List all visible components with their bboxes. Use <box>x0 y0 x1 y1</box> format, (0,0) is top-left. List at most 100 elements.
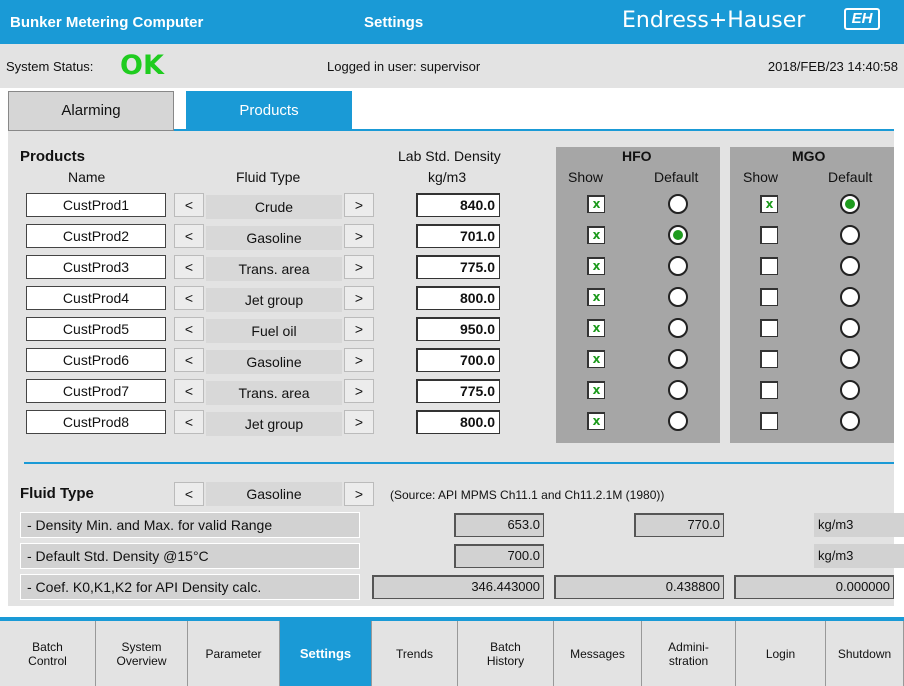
mgo-default-radio[interactable] <box>840 380 860 400</box>
fluid-prev-button[interactable]: < <box>174 224 204 248</box>
tab-alarming[interactable]: Alarming <box>8 91 174 131</box>
hfo-default-radio[interactable] <box>668 411 688 431</box>
fluid-prev-button[interactable]: < <box>174 348 204 372</box>
hfo-show-checkbox[interactable]: x <box>587 226 605 244</box>
fluid-prev-button[interactable]: < <box>174 379 204 403</box>
mgo-default-radio[interactable] <box>840 194 860 214</box>
mgo-show-checkbox[interactable] <box>760 288 778 306</box>
fluid-next-button[interactable]: > <box>344 317 374 341</box>
nav-settings[interactable]: Settings <box>280 621 372 686</box>
default-density-unit: kg/m3 <box>814 544 904 568</box>
mgo-show-checkbox[interactable] <box>760 381 778 399</box>
nav-batch-control[interactable]: Batch Control <box>0 621 96 686</box>
product-name-field[interactable]: CustProd7 <box>26 379 166 403</box>
mgo-show-checkbox[interactable] <box>760 319 778 337</box>
fluid-prev-button[interactable]: < <box>174 317 204 341</box>
mgo-default-radio[interactable] <box>840 256 860 276</box>
nav-messages[interactable]: Messages <box>554 621 642 686</box>
fluid-type-value: Trans. area <box>206 257 342 281</box>
nav-login[interactable]: Login <box>736 621 826 686</box>
fluid-type-value: Crude <box>206 195 342 219</box>
bottom-nav: Batch Control System Overview Parameter Set… <box>0 617 904 686</box>
fluid-prev-button[interactable]: < <box>174 193 204 217</box>
mgo-show-checkbox[interactable]: x <box>760 195 778 213</box>
lab-density-field[interactable]: 775.0 <box>416 379 500 403</box>
mgo-default-radio[interactable] <box>840 318 860 338</box>
section-divider <box>24 462 894 464</box>
fluid-next-button[interactable]: > <box>344 410 374 434</box>
nav-system-overview[interactable]: System Overview <box>96 621 188 686</box>
hfo-show-checkbox[interactable]: x <box>587 257 605 275</box>
mgo-default-radio[interactable] <box>840 349 860 369</box>
mgo-show-checkbox[interactable] <box>760 257 778 275</box>
fluid-next-button[interactable]: > <box>344 482 374 506</box>
hfo-show-header: Show <box>568 169 604 185</box>
mgo-show-checkbox[interactable] <box>760 226 778 244</box>
fluid-next-button[interactable]: > <box>344 348 374 372</box>
nav-parameter[interactable]: Parameter <box>188 621 280 686</box>
eh-logo-icon: EH <box>844 8 880 30</box>
fluid-type-value: Trans. area <box>206 381 342 405</box>
hfo-default-radio[interactable] <box>668 194 688 214</box>
fluid-type-title: Fluid Type <box>20 485 94 502</box>
mgo-show-checkbox[interactable] <box>760 350 778 368</box>
hfo-show-checkbox[interactable]: x <box>587 381 605 399</box>
page-title: Settings <box>364 14 424 31</box>
lab-density-field[interactable]: 950.0 <box>416 317 500 341</box>
col-fluid-type-header: Fluid Type <box>236 169 301 185</box>
lab-density-field[interactable]: 800.0 <box>416 286 500 310</box>
fluid-prev-button[interactable]: < <box>174 410 204 434</box>
lab-density-field[interactable]: 800.0 <box>416 410 500 434</box>
default-density-label: - Default Std. Density @15°C <box>20 543 360 569</box>
density-range-unit: kg/m3 <box>814 513 904 537</box>
system-status-value: OK <box>120 50 164 81</box>
coef-k1-value: 0.438800 <box>554 575 724 599</box>
product-name-field[interactable]: CustProd6 <box>26 348 166 372</box>
lab-density-field[interactable]: 775.0 <box>416 255 500 279</box>
tab-products[interactable]: Products <box>186 91 352 131</box>
fluid-next-button[interactable]: > <box>344 255 374 279</box>
fluid-next-button[interactable]: > <box>344 286 374 310</box>
fluid-prev-button[interactable]: < <box>174 482 204 506</box>
product-name-field[interactable]: CustProd8 <box>26 410 166 434</box>
mgo-default-radio[interactable] <box>840 287 860 307</box>
hfo-default-radio[interactable] <box>668 349 688 369</box>
coef-label: - Coef. K0,K1,K2 for API Density calc. <box>20 574 360 600</box>
fluid-next-button[interactable]: > <box>344 224 374 248</box>
nav-batch-history[interactable]: Batch History <box>458 621 554 686</box>
product-name-field[interactable]: CustProd1 <box>26 193 166 217</box>
hfo-show-checkbox[interactable]: x <box>587 319 605 337</box>
fluid-prev-button[interactable]: < <box>174 286 204 310</box>
hfo-show-checkbox[interactable]: x <box>587 195 605 213</box>
hfo-show-checkbox[interactable]: x <box>587 350 605 368</box>
mgo-default-radio[interactable] <box>840 225 860 245</box>
hfo-default-radio[interactable] <box>668 225 688 245</box>
hfo-default-radio[interactable] <box>668 287 688 307</box>
lab-density-field[interactable]: 700.0 <box>416 348 500 372</box>
product-name-field[interactable]: CustProd4 <box>26 286 166 310</box>
app-title: Bunker Metering Computer <box>10 14 204 31</box>
coef-k0-value: 346.443000 <box>372 575 544 599</box>
lab-density-field[interactable]: 840.0 <box>416 193 500 217</box>
product-name-field[interactable]: CustProd3 <box>26 255 166 279</box>
hfo-default-radio[interactable] <box>668 380 688 400</box>
nav-shutdown[interactable]: Shutdown <box>826 621 904 686</box>
mgo-default-radio[interactable] <box>840 411 860 431</box>
fluid-type-value: Gasoline <box>206 350 342 374</box>
nav-trends[interactable]: Trends <box>372 621 458 686</box>
settings-content: Products Name Fluid Type Lab Std. Densit… <box>8 131 904 606</box>
fluid-prev-button[interactable]: < <box>174 255 204 279</box>
product-name-field[interactable]: CustProd2 <box>26 224 166 248</box>
source-note: (Source: API MPMS Ch11.1 and Ch11.2.1M (… <box>390 488 665 502</box>
nav-admini-stration[interactable]: Admini- stration <box>642 621 736 686</box>
hfo-default-radio[interactable] <box>668 318 688 338</box>
lab-density-field[interactable]: 701.0 <box>416 224 500 248</box>
hfo-show-checkbox[interactable]: x <box>587 288 605 306</box>
title-bar: Bunker Metering Computer Settings Endres… <box>0 0 904 44</box>
hfo-show-checkbox[interactable]: x <box>587 412 605 430</box>
hfo-default-radio[interactable] <box>668 256 688 276</box>
fluid-next-button[interactable]: > <box>344 379 374 403</box>
product-name-field[interactable]: CustProd5 <box>26 317 166 341</box>
fluid-next-button[interactable]: > <box>344 193 374 217</box>
mgo-show-checkbox[interactable] <box>760 412 778 430</box>
